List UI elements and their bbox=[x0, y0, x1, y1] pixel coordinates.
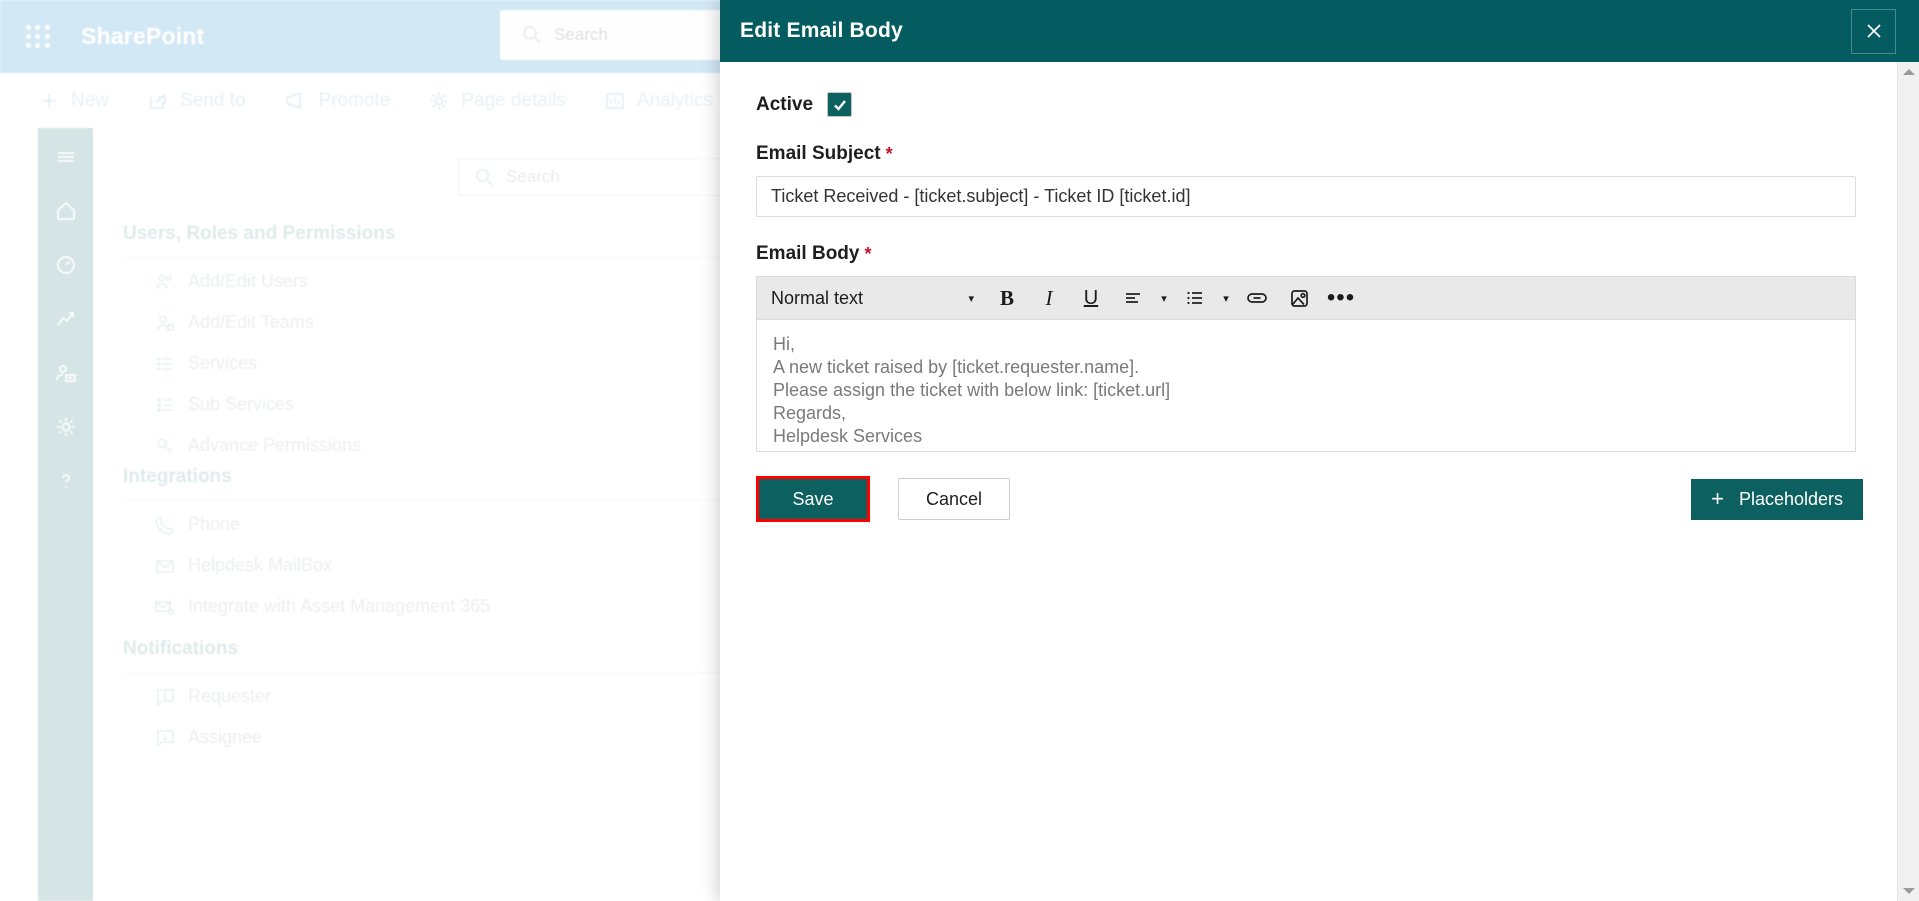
image-button[interactable] bbox=[1278, 277, 1320, 320]
plus-icon: + bbox=[1711, 486, 1724, 511]
chevron-down-icon: ▾ bbox=[968, 292, 974, 305]
modal-body: Active Email Subject * Email Body * Norm… bbox=[720, 62, 1919, 901]
close-icon bbox=[1866, 24, 1881, 38]
bold-button[interactable]: B bbox=[986, 277, 1028, 320]
align-button[interactable] bbox=[1112, 277, 1154, 320]
email-subject-label: Email Subject * bbox=[756, 143, 1883, 165]
edit-email-body-modal: Edit Email Body Active Email Subject * E… bbox=[720, 0, 1919, 901]
image-icon bbox=[1290, 289, 1308, 307]
scroll-down-arrow[interactable] bbox=[1898, 881, 1919, 901]
link-icon bbox=[1247, 293, 1267, 303]
align-left-icon bbox=[1126, 293, 1140, 303]
modal-header: Edit Email Body bbox=[720, 0, 1919, 62]
italic-button[interactable]: I bbox=[1028, 277, 1070, 320]
placeholders-label: Placeholders bbox=[1738, 488, 1843, 509]
required-marker: * bbox=[864, 243, 872, 264]
save-button-highlight: Save bbox=[756, 476, 870, 522]
list-chevron-down-icon[interactable]: ▾ bbox=[1216, 277, 1236, 320]
email-body-label-text: Email Body bbox=[756, 243, 860, 264]
underline-button[interactable]: U bbox=[1070, 277, 1112, 320]
email-body-textarea[interactable]: Hi, A new ticket raised by [ticket.reque… bbox=[756, 319, 1856, 452]
modal-title: Edit Email Body bbox=[740, 19, 903, 42]
modal-action-row: Save Cancel + Placeholders bbox=[756, 476, 1863, 522]
modal-scrollbar[interactable] bbox=[1897, 62, 1919, 901]
link-button[interactable] bbox=[1236, 277, 1278, 320]
align-chevron-down-icon[interactable]: ▾ bbox=[1154, 277, 1174, 320]
placeholders-button[interactable]: + Placeholders bbox=[1691, 478, 1863, 520]
check-icon bbox=[833, 99, 846, 111]
list-button[interactable] bbox=[1174, 277, 1216, 320]
text-style-value: Normal text bbox=[771, 287, 864, 308]
email-subject-input[interactable] bbox=[756, 176, 1856, 217]
cancel-button[interactable]: Cancel bbox=[898, 478, 1010, 520]
active-label: Active bbox=[756, 93, 814, 115]
save-button[interactable]: Save bbox=[759, 479, 867, 519]
required-marker: * bbox=[885, 143, 893, 164]
editor-toolbar: Normal text ▾ B I U ▾ ▾ ••• bbox=[756, 276, 1856, 319]
active-checkbox[interactable] bbox=[827, 92, 853, 117]
scroll-up-arrow[interactable] bbox=[1898, 62, 1919, 82]
email-subject-label-text: Email Subject bbox=[756, 143, 881, 164]
more-options-button[interactable]: ••• bbox=[1320, 277, 1362, 320]
email-body-editor: Email Body * Normal text ▾ B I U ▾ ▾ •••… bbox=[756, 243, 1883, 452]
email-body-label: Email Body * bbox=[756, 243, 1883, 265]
bulleted-list-icon bbox=[1187, 291, 1202, 305]
active-row: Active bbox=[756, 92, 1883, 117]
text-style-dropdown[interactable]: Normal text ▾ bbox=[771, 288, 986, 309]
close-button[interactable] bbox=[1851, 8, 1896, 54]
